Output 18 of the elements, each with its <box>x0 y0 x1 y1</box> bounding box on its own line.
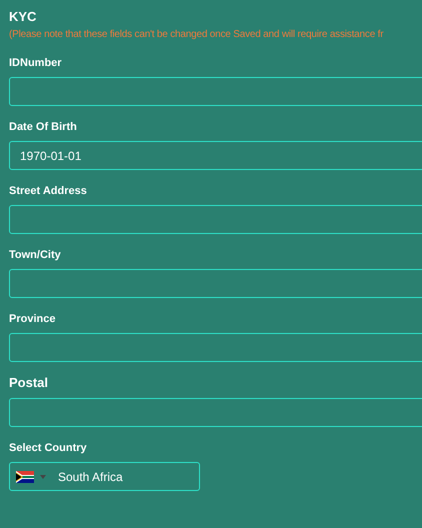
input-field[interactable] <box>9 77 422 106</box>
input-field[interactable] <box>9 398 422 427</box>
field-label: Street Address <box>9 184 88 198</box>
field-label: Postal <box>9 376 50 390</box>
input-field[interactable] <box>9 269 422 298</box>
field-label: Town/City <box>9 248 62 262</box>
warning-note: (Please note that these fields can't be changed once Saved and will require assistance fr <box>9 28 384 41</box>
field-label: Date Of Birth <box>9 120 78 134</box>
input-field[interactable]: 1970-01-01 <box>9 141 422 170</box>
field-label: Select Country <box>9 441 88 455</box>
field-label: Province <box>9 312 56 326</box>
input-field[interactable] <box>9 205 422 234</box>
section-title: KYC <box>9 9 38 24</box>
flag-icon <box>16 470 34 482</box>
country-select[interactable]: South Africa <box>9 462 200 491</box>
input-field[interactable] <box>9 333 422 362</box>
caret-icon <box>40 474 46 478</box>
field-label: IDNumber <box>9 56 63 70</box>
